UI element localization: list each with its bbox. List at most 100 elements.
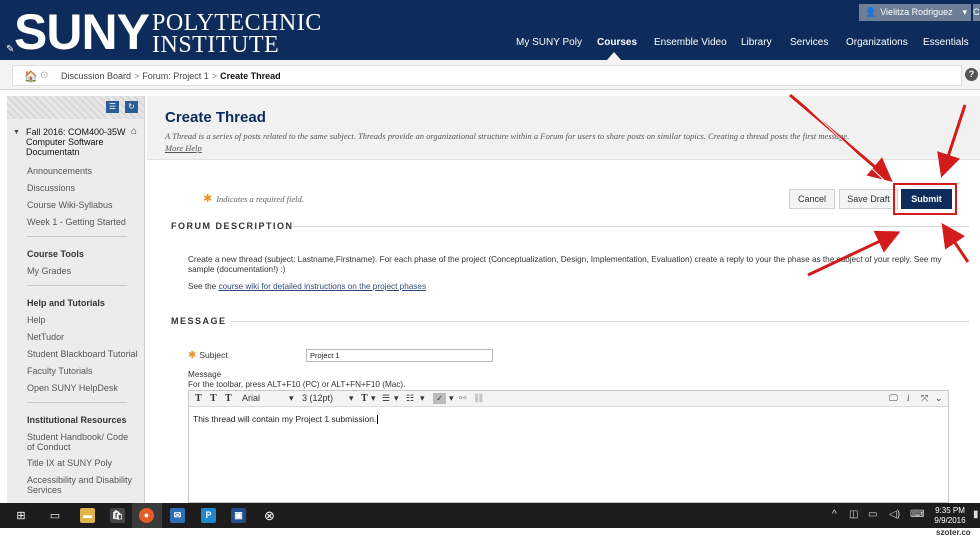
nav-courses[interactable]: Courses — [597, 37, 637, 51]
editor-body[interactable]: This thread will contain my Project 1 su… — [193, 414, 379, 425]
chevron-down-icon[interactable]: ▾ — [349, 393, 354, 404]
chevron-down-icon: ▾ — [962, 7, 967, 17]
expand-toolbar-icon[interactable]: ⌄ — [935, 393, 943, 404]
nav-library[interactable]: Library — [741, 37, 772, 51]
font-family-select[interactable]: Arial — [242, 393, 260, 403]
windows-start-icon[interactable]: ⊞ — [14, 509, 28, 523]
sidebar-item-faculty-tutorials[interactable]: Faculty Tutorials — [27, 366, 93, 376]
brand-mark-icon: ✎ — [6, 44, 15, 55]
message-heading: MESSAGE — [171, 316, 227, 326]
link-icon[interactable]: ⚯ — [459, 393, 467, 404]
chevron-down-icon[interactable]: ▾ — [449, 393, 454, 404]
nav-organizations[interactable]: Organizations — [846, 37, 908, 51]
course-wiki-link[interactable]: course wiki for detailed instructions on… — [219, 282, 427, 291]
breadcrumb-trail: Discussion Board > Forum: Project 1 > Create… — [61, 71, 281, 81]
app-icon[interactable]: ✉ — [170, 508, 185, 523]
more-help-link[interactable]: More Help — [165, 143, 202, 153]
course-title-text: Fall 2016: COM400-35W Computer Software … — [26, 127, 126, 157]
chevron-down-icon[interactable]: ▾ — [394, 393, 399, 404]
section-divider — [231, 321, 969, 322]
tray-app-icon[interactable]: ◫ — [849, 509, 858, 520]
keyboard-icon[interactable]: ⌨ — [910, 509, 924, 520]
sidebar-item-accessibility[interactable]: Accessibility and Disability Services — [27, 475, 135, 495]
sidebar-heading-course-tools[interactable]: Course Tools — [27, 249, 84, 259]
save-draft-button[interactable]: Save Draft — [839, 189, 898, 209]
menu-display-options-icon[interactable]: ☰ — [106, 101, 119, 113]
sidebar-item-blackboard-tutorial[interactable]: Student Blackboard Tutorial — [27, 349, 138, 359]
sidebar-item-helpdesk[interactable]: Open SUNY HelpDesk — [27, 383, 118, 393]
xbox-icon[interactable]: ⊗ — [262, 509, 277, 523]
font-size-select[interactable]: 3 (12pt) — [302, 393, 333, 403]
required-field-note: ✱ Indicates a required field. — [203, 192, 304, 205]
history-icon[interactable]: ⊙ — [40, 70, 48, 81]
sidebar-item-announcements[interactable]: Announcements — [27, 166, 92, 176]
chevron-down-icon[interactable]: ▾ — [371, 393, 376, 404]
notifications-icon[interactable]: ▮ — [973, 509, 979, 520]
volume-icon[interactable]: ◁) — [889, 509, 900, 520]
main-content: Create Thread A Thread is a series of po… — [147, 96, 980, 503]
sidebar-item-discussions[interactable]: Discussions — [27, 183, 75, 193]
sidebar-item-title-ix[interactable]: Title IX at SUNY Poly — [27, 458, 112, 468]
network-icon[interactable]: ▭ — [868, 509, 877, 520]
numbered-list-icon[interactable]: ☷ — [406, 393, 414, 404]
sidebar-heading-help[interactable]: Help and Tutorials — [27, 298, 105, 308]
fullscreen-icon[interactable]: ⤧ — [921, 393, 928, 404]
text-color-icon[interactable]: T — [361, 393, 368, 404]
clock-time: 9:35 PM — [935, 506, 965, 515]
system-clock[interactable]: 9:35 PM 9/9/2016 — [934, 506, 966, 526]
spellcheck-icon[interactable]: ✓ — [433, 393, 446, 404]
nav-services[interactable]: Services — [790, 37, 828, 51]
sidebar-item-handbook[interactable]: Student Handbook/ Code of Conduct — [27, 432, 135, 452]
nav-essentials[interactable]: Essentials — [923, 37, 969, 51]
page-description: A Thread is a series of posts related to… — [165, 131, 850, 141]
page-header: Create Thread A Thread is a series of po… — [147, 96, 980, 160]
suny-logo[interactable]: SUNY — [14, 3, 150, 61]
subject-input[interactable]: Project 1 — [306, 349, 493, 362]
refresh-icon[interactable]: ↻ — [125, 101, 138, 113]
sidebar-item-week-1[interactable]: Week 1 - Getting Started — [27, 217, 126, 227]
app-icon[interactable]: P — [201, 508, 216, 523]
toolbar-hint: For the toolbar, press ALT+F10 (PC) or A… — [188, 380, 406, 389]
chrome-icon[interactable]: ● — [139, 508, 154, 523]
tray-chevron-icon[interactable]: ^ — [832, 509, 837, 520]
chevron-down-icon[interactable]: ▾ — [420, 393, 425, 404]
nav-ensemble-video[interactable]: Ensemble Video — [654, 37, 727, 51]
sidebar-item-my-grades[interactable]: My Grades — [27, 266, 71, 276]
text-format-icon[interactable]: T — [210, 393, 217, 404]
sidebar-divider — [27, 402, 127, 403]
sidebar-item-nettudor[interactable]: NetTudor — [27, 332, 64, 342]
required-star-icon: ✱ — [203, 193, 213, 205]
cancel-button[interactable]: Cancel — [789, 189, 835, 209]
text-format-icon[interactable]: T — [195, 393, 202, 404]
clock-date: 9/9/2016 — [934, 516, 966, 525]
message-editor[interactable]: T T T Arial ▾ 3 (12pt) ▾ T ▾ ☰ ▾ ☷ ▾ ✓ ▾… — [188, 390, 949, 503]
help-icon[interactable]: ? — [965, 68, 978, 81]
breadcrumb-discussion-board[interactable]: Discussion Board — [61, 71, 131, 81]
sidebar-item-course-wiki[interactable]: Course Wiki-Syllabus — [27, 200, 113, 210]
task-view-icon[interactable]: ▭ — [48, 509, 62, 523]
course-home-icon[interactable]: ⌂ — [131, 126, 137, 137]
nav-my-suny-poly[interactable]: My SUNY Poly — [516, 37, 582, 51]
store-icon[interactable]: 🛍 — [110, 508, 125, 523]
course-menu-header: ☰ ↻ — [7, 96, 144, 119]
breadcrumb-bar: 🏠 ⊙ Discussion Board > Forum: Project 1 > Cr… — [0, 60, 980, 90]
text-format-icon[interactable]: T — [225, 393, 232, 404]
home-icon[interactable]: 🏠 — [24, 70, 38, 83]
app-icon[interactable]: ▣ — [231, 508, 246, 523]
bullet-list-icon[interactable]: ☰ — [382, 393, 390, 404]
sidebar-heading-institutional[interactable]: Institutional Resources — [27, 415, 127, 425]
breadcrumb-forum[interactable]: Forum: Project 1 — [142, 71, 209, 81]
sidebar-item-help[interactable]: Help — [27, 315, 46, 325]
required-note-text: Indicates a required field. — [216, 194, 304, 204]
info-icon[interactable]: i — [907, 393, 910, 403]
preview-icon[interactable]: 🖵 — [889, 393, 898, 404]
breadcrumb: 🏠 ⊙ Discussion Board > Forum: Project 1 > Cr… — [12, 65, 962, 86]
logo-line-2: INSTITUTE — [152, 32, 280, 58]
user-extra-button[interactable]: C — [973, 4, 980, 21]
file-explorer-icon[interactable]: ▬ — [80, 508, 95, 523]
user-menu[interactable]: 👤 Vielitza Rodriguez ▾ — [859, 4, 971, 21]
course-title[interactable]: ▼ Fall 2016: COM400-35W Computer Softwar… — [13, 127, 131, 157]
user-icon: 👤 — [865, 7, 877, 17]
unlink-icon[interactable]: ⛓ — [473, 393, 484, 404]
chevron-down-icon[interactable]: ▾ — [289, 393, 294, 404]
